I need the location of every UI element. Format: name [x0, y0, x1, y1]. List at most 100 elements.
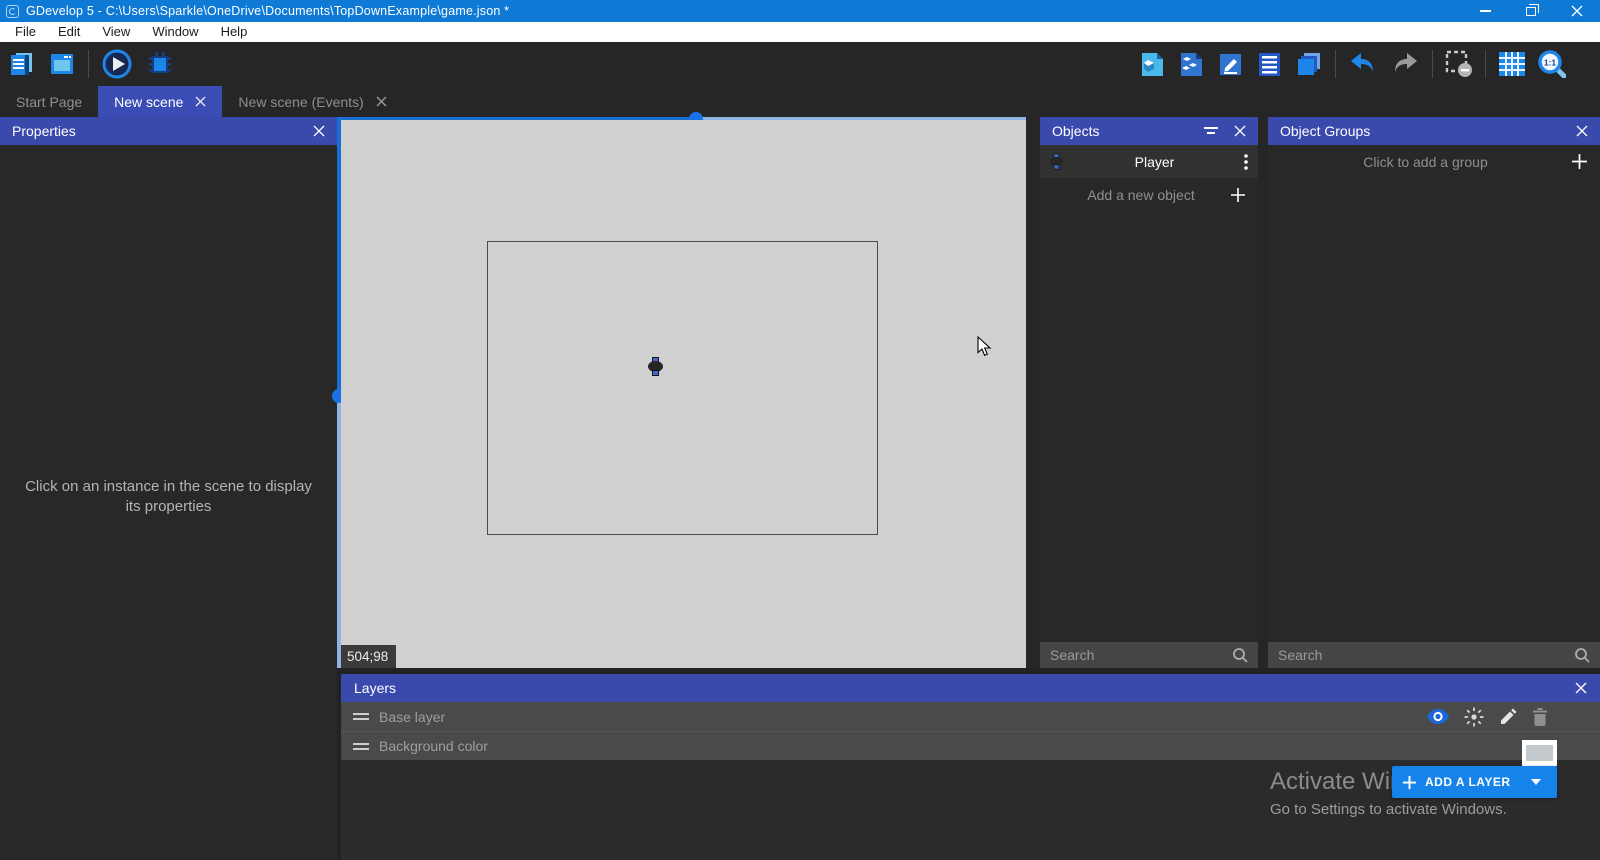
- object-menu-icon[interactable]: [1244, 154, 1248, 170]
- project-manager-icon[interactable]: [8, 50, 36, 78]
- menu-view[interactable]: View: [91, 22, 141, 42]
- layer-row-background-color[interactable]: Background color: [341, 731, 1600, 760]
- filter-icon[interactable]: [1204, 127, 1218, 135]
- add-layer-button-label: ADD A LAYER: [1425, 775, 1511, 789]
- restore-button[interactable]: [1508, 0, 1554, 22]
- player-instance[interactable]: [648, 357, 663, 376]
- tab-close-icon[interactable]: [195, 96, 206, 107]
- start-page-icon[interactable]: [48, 50, 76, 78]
- layers-panel-icon[interactable]: [1295, 50, 1323, 78]
- chevron-down-icon[interactable]: [1531, 779, 1541, 785]
- objects-panel-title: Objects: [1052, 123, 1099, 139]
- object-groups-panel-header: Object Groups: [1268, 117, 1600, 145]
- menu-file[interactable]: File: [4, 22, 47, 42]
- watermark-line2: Go to Settings to activate Windows.: [1270, 801, 1507, 818]
- layers-panel-header: Layers: [341, 674, 1600, 702]
- properties-panel-title: Properties: [12, 123, 76, 139]
- main-toolbar: 1:1: [0, 42, 1600, 86]
- layer-visibility-icon[interactable]: [1427, 709, 1449, 724]
- properties-panel-icon[interactable]: [1217, 51, 1244, 78]
- add-group-row[interactable]: Click to add a group: [1268, 145, 1600, 178]
- drag-handle-icon[interactable]: [353, 743, 369, 750]
- add-new-object-row[interactable]: Add a new object: [1040, 178, 1258, 211]
- tab-new-scene-events[interactable]: New scene (Events): [222, 86, 402, 117]
- undo-icon[interactable]: [1348, 50, 1378, 78]
- menu-bar: File Edit View Window Help: [0, 22, 1600, 42]
- title-bar: GDevelop 5 - C:\Users\Sparkle\OneDrive\D…: [0, 0, 1600, 22]
- play-icon[interactable]: [101, 48, 133, 80]
- window-title: GDevelop 5 - C:\Users\Sparkle\OneDrive\D…: [26, 4, 509, 18]
- minimize-button[interactable]: [1462, 0, 1508, 22]
- redo-icon[interactable]: [1390, 50, 1420, 78]
- layers-panel-title: Layers: [354, 680, 396, 696]
- layers-panel: Layers Base layer: [341, 674, 1600, 860]
- object-list-item-player[interactable]: Player: [1040, 145, 1258, 178]
- background-color-value: [1526, 745, 1553, 761]
- add-group-plus-icon[interactable]: [1571, 153, 1588, 170]
- debug-icon[interactable]: [145, 49, 175, 79]
- add-object-plus-icon[interactable]: [1230, 187, 1246, 203]
- app-icon: [6, 5, 19, 18]
- drag-handle-icon[interactable]: [353, 713, 369, 720]
- objects-search-bar: [1040, 642, 1258, 668]
- toolbar-separator: [1432, 50, 1433, 78]
- tab-start-page[interactable]: Start Page: [0, 86, 98, 117]
- close-icon: [1571, 5, 1583, 17]
- mouse-cursor: [977, 336, 997, 358]
- window-controls: [1462, 0, 1600, 22]
- layer-effects-icon[interactable]: [1464, 707, 1484, 727]
- tab-close-icon[interactable]: [376, 96, 387, 107]
- object-groups-panel-title: Object Groups: [1280, 123, 1370, 139]
- tab-label: New scene: [114, 94, 183, 110]
- panel-gap: [1258, 117, 1268, 668]
- add-object-label: Add a new object: [1052, 187, 1230, 203]
- tab-bar: Start Page New scene New scene (Events): [0, 86, 1600, 117]
- menu-edit[interactable]: Edit: [47, 22, 91, 42]
- toolbar-separator: [1485, 50, 1486, 78]
- tab-label: New scene (Events): [238, 94, 363, 110]
- object-groups-panel: Object Groups Click to add a group: [1268, 117, 1600, 668]
- search-icon: [1574, 647, 1590, 663]
- layer-name: Base layer: [379, 709, 1427, 725]
- deselect-icon[interactable]: [1445, 50, 1473, 78]
- layer-row-base-layer[interactable]: Base layer: [341, 702, 1600, 731]
- svg-text:1:1: 1:1: [1544, 58, 1557, 68]
- groups-search-bar: [1268, 642, 1600, 668]
- game-window-bounds: [487, 241, 878, 535]
- close-button[interactable]: [1554, 0, 1600, 22]
- background-color-swatch[interactable]: [1522, 740, 1557, 766]
- objects-panel-header: Objects: [1040, 117, 1258, 145]
- search-icon: [1232, 647, 1248, 663]
- add-layer-button[interactable]: ADD A LAYER: [1392, 766, 1557, 798]
- add-group-label: Click to add a group: [1280, 154, 1571, 170]
- object-groups-close-button[interactable]: [1576, 125, 1588, 137]
- tab-label: Start Page: [16, 94, 82, 110]
- layer-delete-icon[interactable]: [1532, 708, 1548, 726]
- properties-panel-header: Properties: [0, 117, 337, 145]
- toolbar-separator: [1335, 50, 1336, 78]
- player-object-thumbnail: [1050, 153, 1063, 169]
- objects-search-input[interactable]: [1050, 647, 1232, 663]
- groups-search-input[interactable]: [1278, 647, 1574, 663]
- scene-editor-canvas[interactable]: 504;98: [341, 120, 1026, 668]
- grid-icon[interactable]: [1498, 51, 1526, 77]
- plus-icon: [1402, 775, 1417, 790]
- panel-gap: [1026, 117, 1040, 668]
- objects-panel: Objects Player Add a new object: [1040, 117, 1258, 668]
- objects-close-button[interactable]: [1234, 125, 1246, 137]
- menu-window[interactable]: Window: [141, 22, 209, 42]
- cursor-coordinates-badge: 504;98: [341, 645, 396, 668]
- object-groups-icon[interactable]: [1178, 51, 1205, 78]
- menu-help[interactable]: Help: [210, 22, 259, 42]
- objects-panel-icon[interactable]: [1139, 51, 1166, 78]
- tab-new-scene[interactable]: New scene: [98, 86, 222, 117]
- object-name: Player: [1065, 154, 1244, 170]
- properties-empty-message: Click on an instance in the scene to dis…: [0, 477, 337, 517]
- instances-list-icon[interactable]: [1256, 51, 1283, 78]
- layers-close-button[interactable]: [1575, 682, 1587, 694]
- properties-panel: Properties Click on an instance in the s…: [0, 117, 337, 860]
- layer-edit-icon[interactable]: [1499, 708, 1517, 726]
- player-sprite-feet: [1053, 164, 1059, 169]
- zoom-one-to-one-icon[interactable]: 1:1: [1538, 50, 1566, 78]
- properties-close-button[interactable]: [313, 125, 325, 137]
